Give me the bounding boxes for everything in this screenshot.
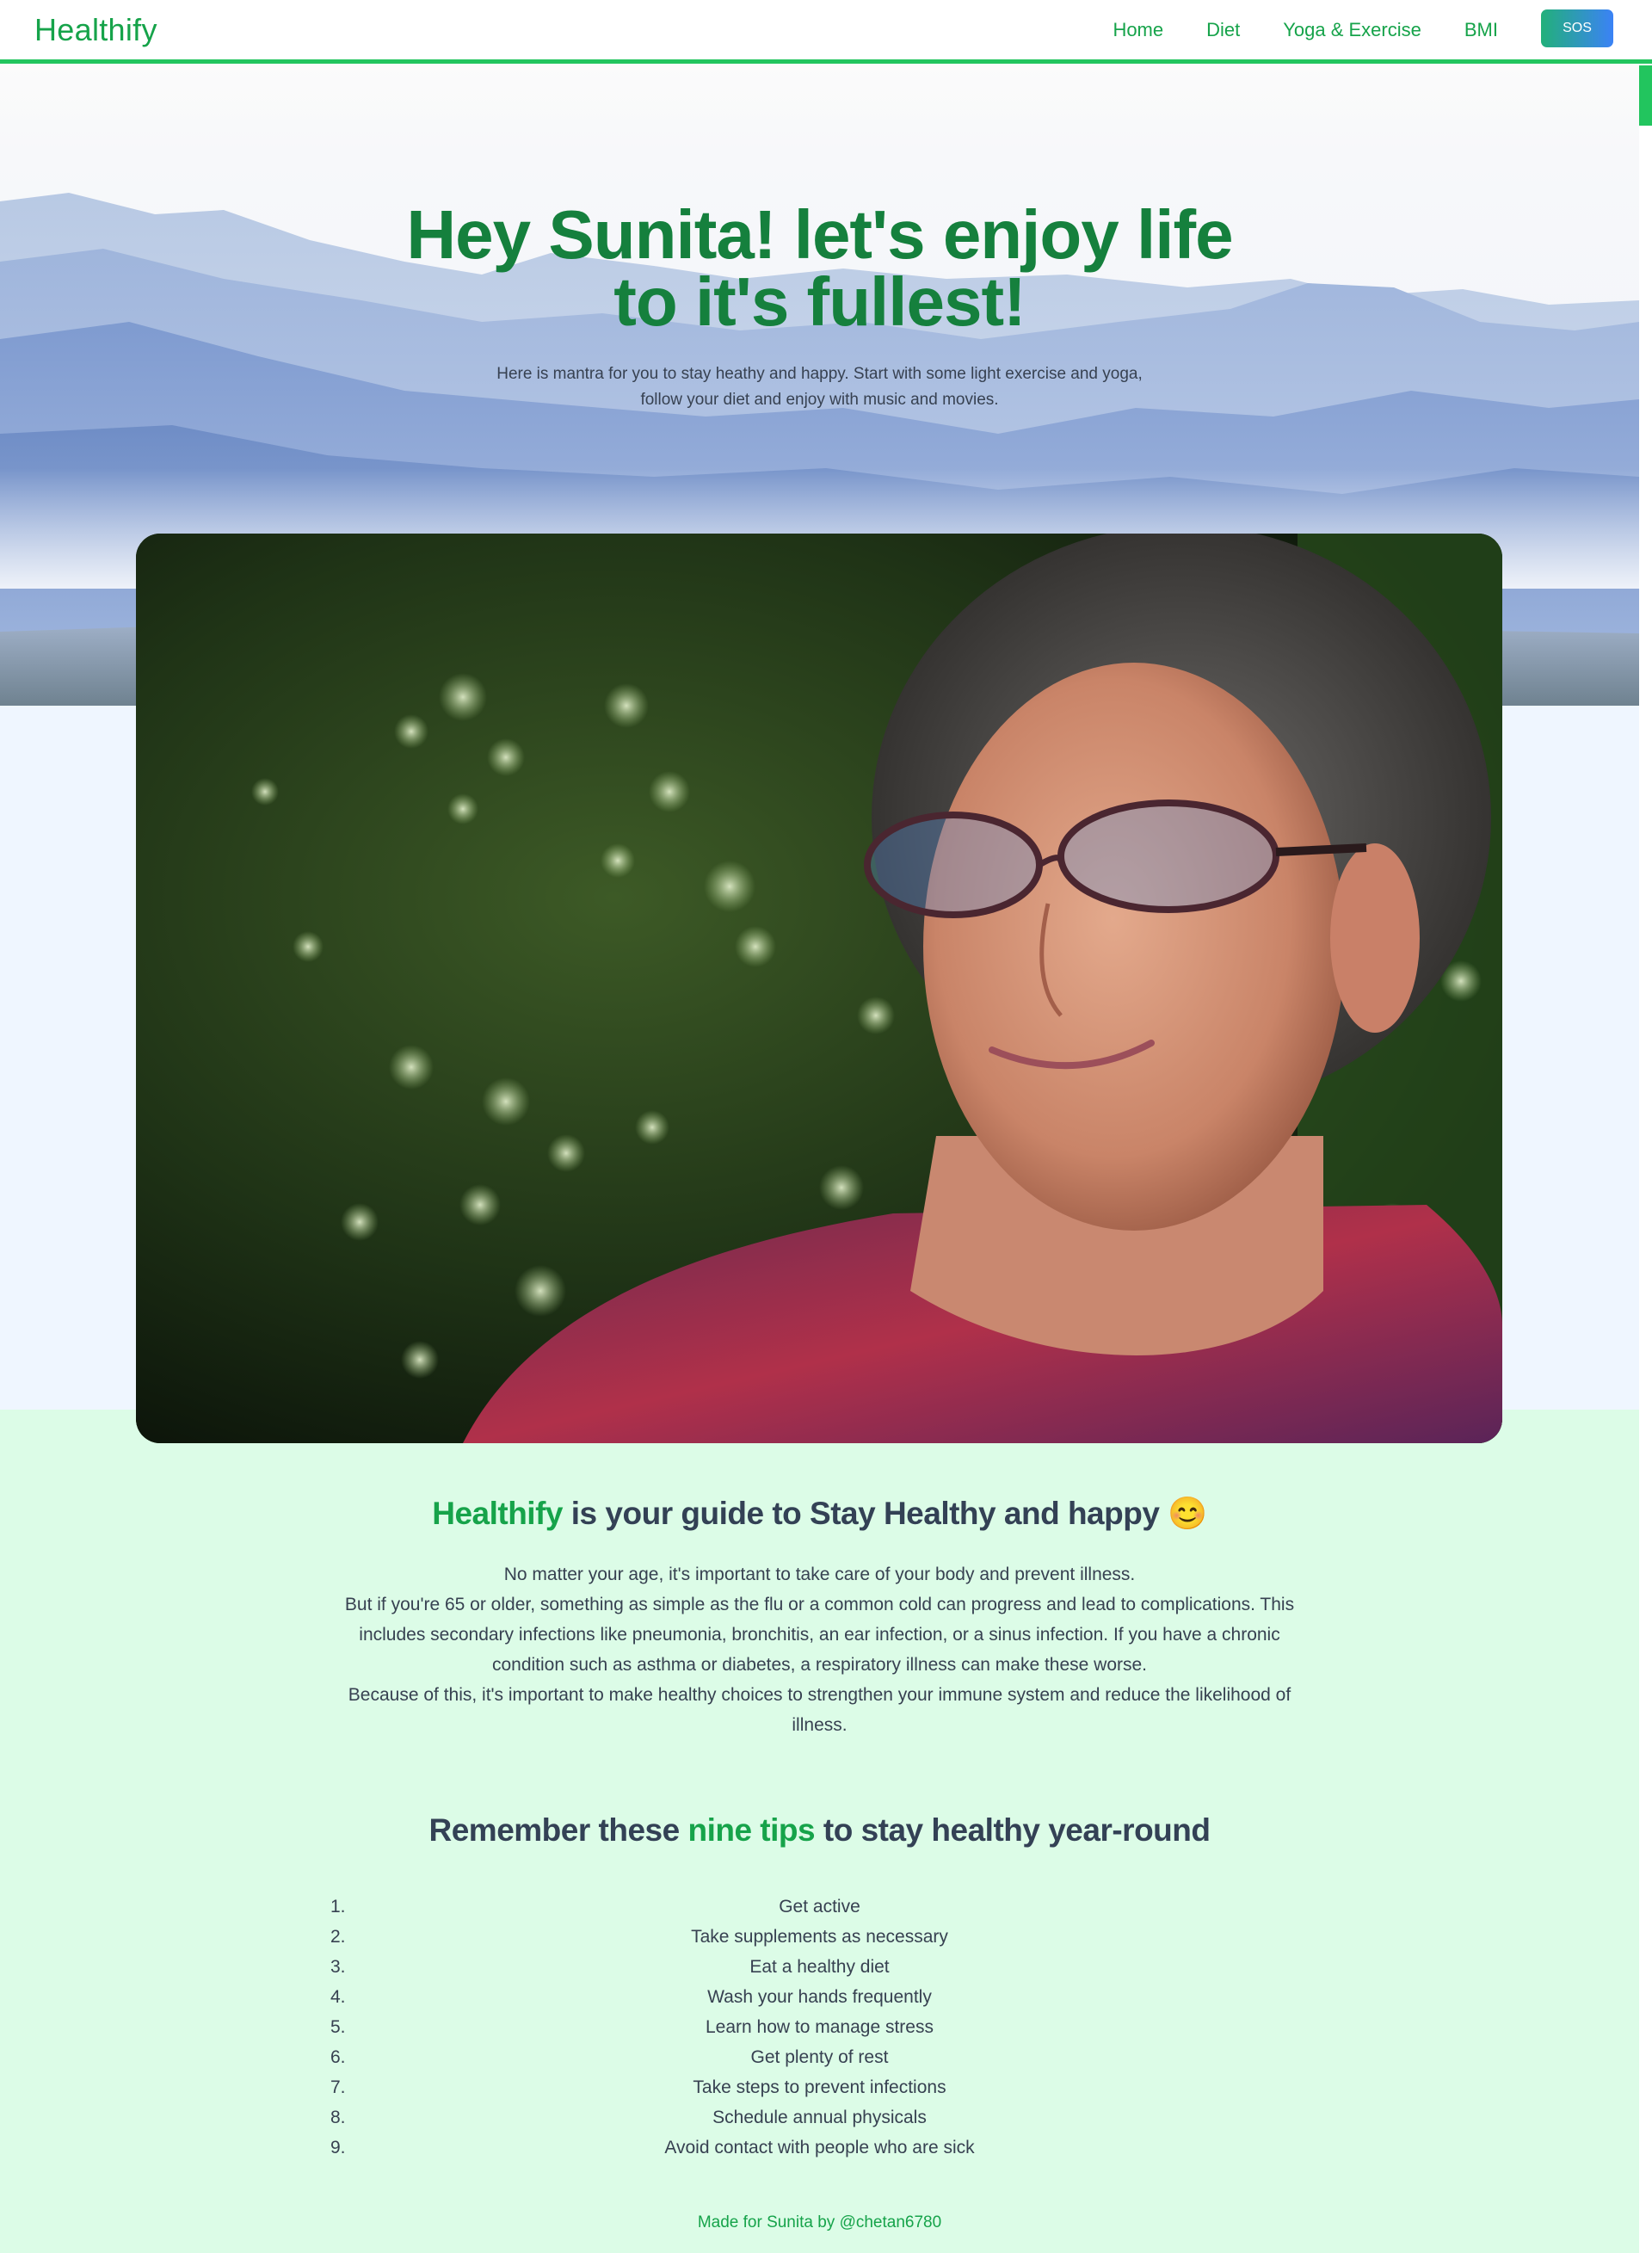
guide-paragraphs: No matter your age, it's important to ta… — [344, 1559, 1295, 1740]
footer-credit: Made for Sunita by @chetan6780 — [697, 2213, 942, 2231]
tips-list: 1. Get active 2. Take supplements as neces… — [327, 1892, 1312, 2163]
nav-link-diet[interactable]: Diet — [1206, 19, 1240, 41]
hero-subtitle: Here is mantra for you to stay heathy an… — [496, 365, 1143, 409]
nav-links: Home Diet Yoga & Exercise BMI SOS — [1113, 0, 1652, 60]
hero-title: Hey Sunita! let's enjoy life to it's ful… — [406, 196, 1233, 340]
scrollbar[interactable] — [1639, 64, 1652, 2253]
list-item: 8. Schedule annual physicals — [330, 2108, 927, 2127]
scrollbar-thumb[interactable] — [1639, 65, 1652, 126]
sos-button[interactable]: SOS — [1541, 9, 1613, 47]
list-item: 4. Wash your hands frequently — [330, 1987, 932, 2007]
list-item: 1. Get active — [330, 1897, 860, 1917]
list-item: 9. Avoid contact with people who are sick — [330, 2138, 975, 2157]
list-item: 2. Take supplements as necessary — [330, 1927, 948, 1947]
guide-paragraph: Because of this, it's important to make … — [348, 1685, 1291, 1735]
navbar: Healthify Home Diet Yoga & Exercise BMI … — [0, 0, 1652, 64]
guide-paragraph: No matter your age, it's important to ta… — [503, 1565, 1136, 1584]
list-item: 3. Eat a healthy diet — [330, 1957, 890, 1977]
tips-heading: Remember these nine tips to stay healthy… — [428, 1812, 1211, 1848]
nav-link-home[interactable]: Home — [1113, 19, 1163, 41]
guide-heading-brand: Healthify — [432, 1496, 563, 1531]
list-item: 6. Get plenty of rest — [330, 2047, 889, 2067]
nav-link-bmi[interactable]: BMI — [1464, 19, 1498, 41]
nav-link-yoga-exercise[interactable]: Yoga & Exercise — [1283, 19, 1421, 41]
guide-heading: Healthify is your guide to Stay Healthy … — [432, 1496, 1207, 1531]
brand-logo[interactable]: Healthify — [34, 12, 157, 48]
smile-emoji-icon: 😊 — [1168, 1496, 1207, 1531]
content-section: Healthify is your guide to Stay Healthy … — [0, 1410, 1639, 2253]
page: Hey Sunita! let's enjoy life to it's ful… — [0, 0, 1639, 2253]
elderly-woman-portrait-image — [136, 534, 1502, 1443]
list-item: 7. Take steps to prevent infections — [330, 2077, 946, 2097]
list-item: 5. Learn how to manage stress — [330, 2017, 934, 2037]
guide-paragraph: But if you're 65 or older, something as … — [344, 1595, 1295, 1675]
